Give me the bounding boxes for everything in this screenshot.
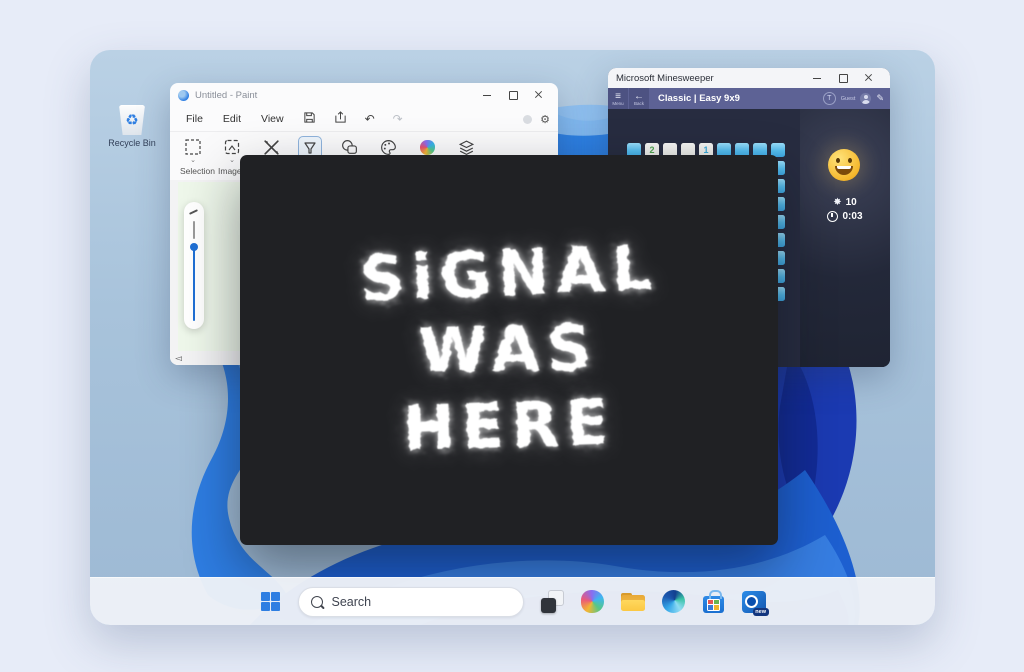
paint-menubar: File Edit View ↶ ↷ ⚙ <box>170 107 558 131</box>
game-mode-label: Classic | Easy 9x9 <box>658 93 740 104</box>
selection-tool[interactable]: ⌄ <box>180 136 206 163</box>
hamburger-menu-button[interactable]: ≡ Menu <box>608 88 628 109</box>
marker-icon <box>189 209 199 215</box>
start-button[interactable] <box>260 591 281 612</box>
taskbar: Search new <box>90 577 935 625</box>
minesweeper-toolbar: ≡ Menu ← Back Classic | Easy 9x9 T Guest… <box>608 88 890 109</box>
mine-count-value: 10 <box>846 197 857 208</box>
minimize-button[interactable] <box>474 87 500 103</box>
save-icon[interactable] <box>296 111 323 127</box>
desktop: ♻ Recycle Bin Untitled - Paint File Edit… <box>90 50 935 625</box>
minesweeper-titlebar: Microsoft Minesweeper <box>608 68 890 88</box>
account-icon[interactable] <box>523 115 532 124</box>
brush-size-slider[interactable] <box>193 221 195 321</box>
hamburger-icon: ≡ <box>615 92 621 101</box>
redo-icon[interactable]: ↷ <box>386 112 410 126</box>
account-label: Guest <box>841 96 856 102</box>
task-view-icon <box>541 590 564 613</box>
menu-file[interactable]: File <box>178 111 211 127</box>
undo-icon[interactable]: ↶ <box>358 112 382 126</box>
timer: 0:03 <box>827 211 862 222</box>
folder-icon <box>621 593 645 611</box>
copilot-icon <box>581 590 604 613</box>
outlook-new-badge: new <box>753 608 769 616</box>
copilot-button[interactable] <box>581 590 604 613</box>
graffiti-overlay: SiGNAL WAS HERE <box>240 155 778 545</box>
search-placeholder: Search <box>332 595 372 609</box>
graffiti-text-line: HERE <box>402 391 616 460</box>
recycle-bin-icon: ♻ <box>119 105 145 135</box>
menu-view[interactable]: View <box>253 111 292 127</box>
graffiti-text-line: SiGNAL <box>359 237 660 312</box>
image-icon <box>221 136 243 158</box>
menu-button-label: Menu <box>612 101 623 106</box>
maximize-button[interactable] <box>500 87 526 103</box>
clock-icon <box>827 211 838 222</box>
close-button[interactable] <box>526 87 552 103</box>
paint-titlebar: Untitled - Paint <box>170 83 558 107</box>
paint-app-icon <box>178 90 189 101</box>
share-icon[interactable] <box>327 111 354 127</box>
recycle-bin-label: Recycle Bin <box>104 138 160 148</box>
menu-edit[interactable]: Edit <box>215 111 249 127</box>
file-explorer-button[interactable] <box>621 593 645 611</box>
outlook-icon: new <box>742 591 766 613</box>
close-button[interactable] <box>856 70 882 86</box>
image-group-label: Image <box>218 166 242 176</box>
pencil-icon[interactable]: ✎ <box>876 93 884 104</box>
recycle-icon: ♻ <box>125 113 138 128</box>
recycle-bin[interactable]: ♻ Recycle Bin <box>104 105 160 148</box>
chevron-down-icon[interactable]: ⌄ <box>229 159 235 163</box>
microsoft-store-button[interactable] <box>702 590 725 613</box>
store-icon <box>702 590 725 613</box>
edge-button[interactable] <box>662 590 685 613</box>
minimize-button[interactable] <box>804 70 830 86</box>
mine-icon: ✸ <box>833 197 841 208</box>
slider-thumb[interactable] <box>190 243 198 251</box>
search-input[interactable]: Search <box>298 587 524 617</box>
settings-gear-icon[interactable]: ⚙ <box>540 113 550 126</box>
minesweeper-side-panel: ✸ 10 0:03 <box>800 109 890 367</box>
selection-icon <box>182 136 204 158</box>
paint-window-title: Untitled - Paint <box>195 90 257 101</box>
maximize-button[interactable] <box>830 70 856 86</box>
person-icon[interactable] <box>860 93 871 104</box>
edge-icon <box>662 590 685 613</box>
back-arrow-icon: ← <box>634 92 644 101</box>
smiley-face-icon[interactable] <box>828 149 860 181</box>
timer-value: 0:03 <box>842 211 862 222</box>
back-button[interactable]: ← Back <box>629 88 649 109</box>
graffiti-text-line: WAS <box>419 317 599 382</box>
brush-size-panel <box>184 202 204 329</box>
selection-group-label: Selection <box>180 166 215 176</box>
letter-badge-icon[interactable]: T <box>823 92 836 105</box>
task-view-button[interactable] <box>541 590 564 613</box>
cursor-arrow-icon: ◅ <box>175 353 183 363</box>
mine-counter: ✸ 10 <box>833 197 857 208</box>
outlook-button[interactable]: new <box>742 591 766 613</box>
chevron-down-icon[interactable]: ⌄ <box>190 159 196 163</box>
windows-logo-icon <box>260 591 281 612</box>
search-icon <box>311 596 323 608</box>
back-button-label: Back <box>634 101 644 106</box>
minesweeper-window-title: Microsoft Minesweeper <box>616 73 714 84</box>
